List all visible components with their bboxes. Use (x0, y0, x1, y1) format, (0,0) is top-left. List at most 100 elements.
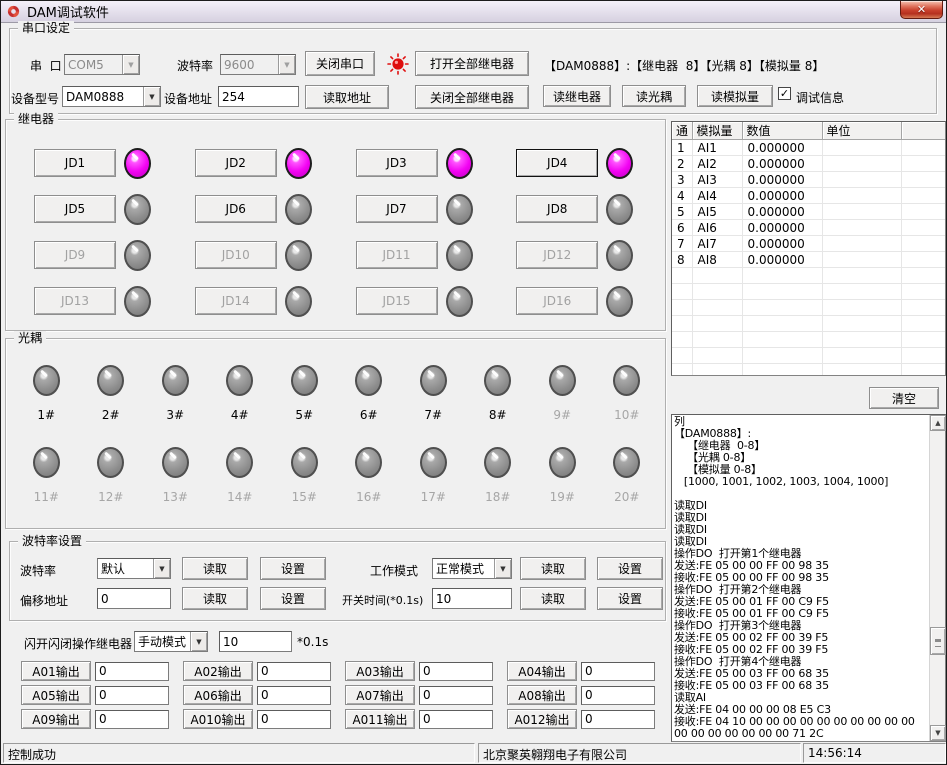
open-all-relays-button[interactable]: 打开全部继电器 (415, 51, 529, 76)
analog-output-button[interactable]: A05输出 (21, 685, 91, 705)
work-mode-combo[interactable]: 正常模式 ▼ (432, 558, 512, 579)
analog-output-input[interactable] (95, 662, 169, 681)
analog-output-button[interactable]: A01输出 (21, 661, 91, 681)
table-row[interactable]: 1AI10.000000 (672, 140, 945, 156)
analog-output-input[interactable] (581, 662, 655, 681)
table-row[interactable] (672, 300, 945, 316)
opto-led-indicator (162, 365, 189, 396)
analog-table-body: 1AI10.0000002AI20.0000003AI30.0000004AI4… (672, 140, 945, 377)
device-model-combo[interactable]: DAM0888 ▼ (62, 86, 161, 107)
debug-info-label: 调试信息 (796, 89, 844, 106)
relay-button[interactable]: JD3 (356, 149, 438, 177)
analog-output-input[interactable] (257, 686, 331, 705)
flash-mode-combo[interactable]: 手动模式 ▼ (134, 631, 208, 652)
analog-output-input[interactable] (581, 686, 655, 705)
scrollbar-thumb[interactable] (930, 627, 946, 655)
read-analog-button[interactable]: 读模拟量 (697, 85, 773, 107)
relay-led-indicator (446, 240, 473, 271)
table-row[interactable] (672, 364, 945, 377)
scroll-down-button[interactable]: ▼ (930, 725, 946, 741)
debug-info-checkbox[interactable]: ✓ (778, 87, 791, 100)
analog-output-button[interactable]: A09输出 (21, 709, 91, 729)
work-mode-read-button[interactable]: 读取 (520, 557, 586, 580)
relay-button[interactable]: JD5 (34, 195, 116, 223)
opto-channel-label: 6# (360, 408, 378, 422)
relay-led-indicator (124, 148, 151, 179)
relay-button[interactable]: JD2 (195, 149, 277, 177)
clear-log-button[interactable]: 清空 (869, 387, 939, 409)
opto-led-indicator (613, 447, 640, 478)
read-relays-button[interactable]: 读继电器 (543, 85, 611, 107)
close-serial-button[interactable]: 关闭串口 (305, 51, 375, 76)
relay-button[interactable]: JD8 (516, 195, 598, 223)
opto-led-indicator (420, 447, 447, 478)
relay-cell: JD9 (16, 232, 177, 278)
analog-output-input[interactable] (257, 710, 331, 729)
switch-time-set-button[interactable]: 设置 (597, 587, 663, 610)
table-row[interactable] (672, 348, 945, 364)
table-row[interactable] (672, 332, 945, 348)
analog-output-button[interactable]: A010输出 (183, 709, 253, 729)
analog-output-button[interactable]: A011输出 (345, 709, 415, 729)
analog-output-input[interactable] (419, 710, 493, 729)
analog-output-input[interactable] (95, 686, 169, 705)
analog-output-input[interactable] (257, 662, 331, 681)
baud-read-button[interactable]: 读取 (182, 557, 248, 580)
table-row[interactable] (672, 284, 945, 300)
device-addr-input[interactable] (218, 86, 299, 107)
table-row[interactable]: 6AI60.000000 (672, 220, 945, 236)
analog-output-input[interactable] (419, 686, 493, 705)
analog-output-button[interactable]: A04输出 (507, 661, 577, 681)
relay-button[interactable]: JD6 (195, 195, 277, 223)
log-text[interactable]: 列 【DAM0888】: 【继电器 0-8】 【光耦 0-8】 【模拟量 0-8… (674, 416, 928, 740)
switch-time-input[interactable] (432, 588, 512, 609)
relay-cell: JD7 (338, 186, 499, 232)
analog-output-button[interactable]: A02输出 (183, 661, 253, 681)
table-row[interactable]: 7AI70.000000 (672, 236, 945, 252)
table-column-header[interactable]: 数值 (742, 122, 822, 140)
table-row[interactable]: 4AI40.000000 (672, 188, 945, 204)
scroll-up-button[interactable]: ▲ (930, 415, 946, 431)
baud-set-combo[interactable]: 默认 ▼ (97, 558, 171, 579)
offset-read-button[interactable]: 读取 (182, 587, 248, 610)
analog-output-button[interactable]: A07输出 (345, 685, 415, 705)
analog-table[interactable]: 通模拟量数值单位 1AI10.0000002AI20.0000003AI30.0… (671, 121, 946, 376)
opto-cell: 20# (595, 447, 660, 504)
table-row[interactable]: 3AI30.000000 (672, 172, 945, 188)
relay-button[interactable]: JD7 (356, 195, 438, 223)
read-opto-button[interactable]: 读光耦 (622, 85, 686, 107)
switch-time-read-button[interactable]: 读取 (520, 587, 586, 610)
table-column-header[interactable]: 通 (672, 122, 692, 140)
table-row[interactable]: 8AI80.000000 (672, 252, 945, 268)
analog-output-button[interactable]: A03输出 (345, 661, 415, 681)
close-all-relays-button[interactable]: 关闭全部继电器 (415, 85, 529, 109)
analog-output-button[interactable]: A06输出 (183, 685, 253, 705)
table-row[interactable]: 2AI20.000000 (672, 156, 945, 172)
analog-output-input[interactable] (581, 710, 655, 729)
table-column-header[interactable]: 模拟量 (692, 122, 742, 140)
log-panel: 列 【DAM0888】: 【继电器 0-8】 【光耦 0-8】 【模拟量 0-8… (671, 414, 946, 742)
offset-addr-input[interactable] (97, 588, 171, 609)
work-mode-set-button[interactable]: 设置 (597, 557, 663, 580)
table-row[interactable] (672, 316, 945, 332)
read-addr-button[interactable]: 读取地址 (305, 85, 389, 109)
table-row[interactable]: 5AI50.000000 (672, 204, 945, 220)
opto-cell: 15# (272, 447, 337, 504)
table-row[interactable] (672, 268, 945, 284)
relay-button[interactable]: JD1 (34, 149, 116, 177)
table-column-header[interactable] (901, 122, 945, 140)
close-button[interactable]: ✕ (900, 1, 943, 19)
relay-button: JD10 (195, 241, 277, 269)
analog-output-input[interactable] (95, 710, 169, 729)
analog-output-input[interactable] (419, 662, 493, 681)
analog-output-button[interactable]: A08输出 (507, 685, 577, 705)
relay-button[interactable]: JD4 (516, 149, 598, 177)
offset-set-button[interactable]: 设置 (260, 587, 326, 610)
baud-settings-group: 波特率设置 波特率 默认 ▼ 读取 设置 工作模式 正常模式 ▼ 读取 设置 偏… (9, 541, 666, 621)
opto-channel-label: 8# (489, 408, 507, 422)
log-scrollbar[interactable]: ▲ ▼ (929, 415, 945, 741)
baud-set-button[interactable]: 设置 (260, 557, 326, 580)
analog-output-button[interactable]: A012输出 (507, 709, 577, 729)
flash-time-input[interactable] (219, 631, 292, 652)
table-column-header[interactable]: 单位 (822, 122, 901, 140)
